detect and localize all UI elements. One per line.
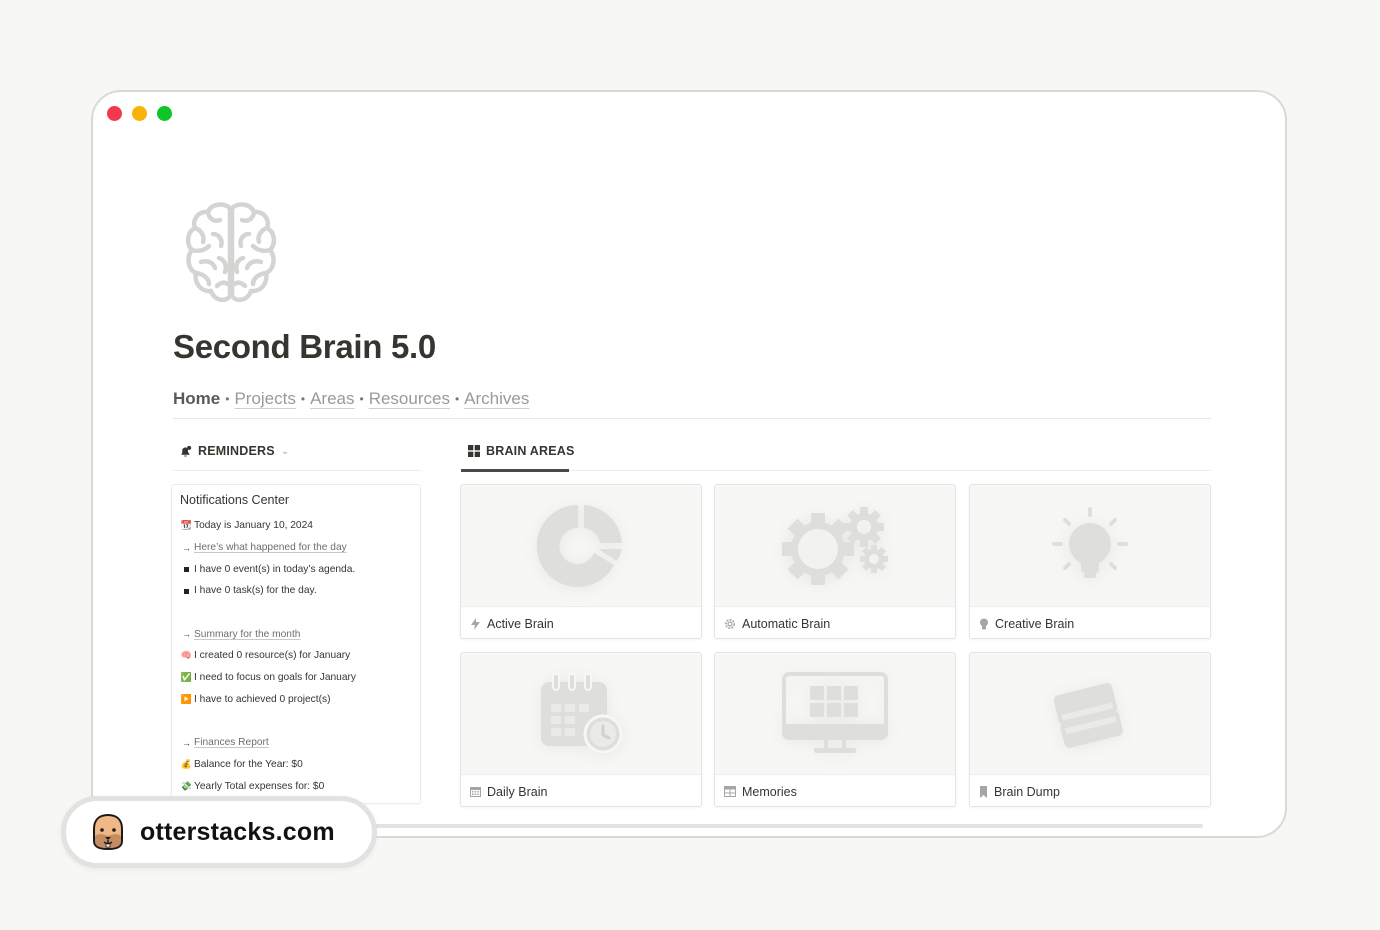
list-item-text: Yearly Total expenses for: $0	[194, 780, 325, 792]
list-item-text: I have to achieved 0 project(s)	[194, 693, 331, 705]
books-cover	[970, 653, 1210, 775]
gear-icon	[725, 618, 735, 629]
list-item: 💸 Yearly Total expenses for: $0	[180, 775, 412, 797]
card-title: Creative Brain	[995, 616, 1075, 631]
list-item: I have 0 task(s) for the day.	[180, 580, 412, 602]
card-title: Brain Dump	[994, 784, 1060, 799]
card-title: Automatic Brain	[742, 616, 831, 631]
breadcrumb: Home • Projects • Areas • Resources • Ar…	[173, 389, 529, 409]
zoom-window-button[interactable]	[157, 106, 172, 121]
active-tab-indicator	[461, 469, 569, 472]
window-controls	[107, 106, 172, 121]
minimize-window-button[interactable]	[132, 106, 147, 121]
calendar-clock-cover	[461, 653, 701, 775]
list-item[interactable]: → Here’s what happened for the day	[180, 537, 412, 559]
reminders-heading: REMINDERS	[198, 444, 275, 458]
play-icon: ▶️	[180, 693, 193, 704]
square-bullet-icon	[180, 586, 193, 596]
brain-emoji-icon: 🧠	[180, 650, 193, 661]
finances-report-link[interactable]: Finances Report	[194, 737, 269, 748]
card-daily-brain[interactable]: Daily Brain	[460, 652, 702, 807]
card-title: Memories	[742, 784, 797, 799]
gallery-icon	[468, 445, 480, 457]
list-item: ▶️ I have to achieved 0 project(s)	[180, 689, 412, 711]
page-title: Second Brain 5.0	[173, 328, 436, 365]
breadcrumb-archives[interactable]: Archives	[464, 389, 529, 409]
breadcrumb-separator: •	[454, 392, 460, 406]
card-active-brain[interactable]: Active Brain	[460, 484, 702, 639]
bookmark-icon	[980, 785, 987, 798]
card-title: Active Brain	[487, 616, 554, 631]
gears-cover	[715, 485, 955, 607]
arrow-icon: →	[182, 629, 191, 640]
card-automatic-brain[interactable]: Automatic Brain	[714, 484, 956, 639]
divider	[173, 470, 421, 471]
list-item-text: I need to focus on goals for January	[194, 672, 356, 684]
money-wings-icon: 💸	[180, 780, 193, 791]
brain-areas-heading: BRAIN AREAS	[486, 444, 575, 458]
list-item: 💰 Balance for the Year: $0	[180, 754, 412, 776]
arrow-icon: →	[182, 542, 191, 553]
daily-summary-link[interactable]: Here’s what happened for the day	[194, 542, 347, 553]
check-icon: ✅	[180, 672, 193, 683]
watermark-site: otterstacks.com	[140, 817, 335, 846]
breadcrumb-separator: •	[300, 392, 306, 406]
square-bullet-icon	[180, 564, 193, 574]
notifications-title: Notifications Center	[180, 493, 290, 507]
breadcrumb-projects[interactable]: Projects	[234, 389, 295, 409]
app-window: Second Brain 5.0 Home • Projects • Areas…	[91, 90, 1287, 838]
brain-areas-tab[interactable]: BRAIN AREAS	[468, 444, 575, 458]
list-item[interactable]: → Finances Report	[180, 732, 412, 754]
list-item-text: Today is January 10, 2024	[194, 520, 313, 532]
horizontal-scrollbar[interactable]	[343, 824, 1203, 828]
card-memories[interactable]: Memories	[714, 652, 956, 807]
list-item: 🧠 I created 0 resource(s) for January	[180, 645, 412, 667]
breadcrumb-resources[interactable]: Resources	[369, 389, 450, 409]
card-creative-brain[interactable]: Creative Brain	[969, 484, 1211, 639]
table-icon	[724, 786, 736, 797]
watermark-badge: otterstacks.com	[61, 796, 377, 868]
breadcrumb-home[interactable]: Home	[173, 389, 220, 409]
divider	[461, 470, 1211, 471]
lightbulb-cover	[970, 485, 1210, 607]
brain-icon[interactable]	[183, 200, 279, 308]
card-title: Daily Brain	[487, 784, 548, 799]
breadcrumb-areas[interactable]: Areas	[310, 389, 354, 409]
list-item-text: Balance for the Year: $0	[194, 758, 303, 770]
calendar-icon: 📆	[180, 520, 193, 531]
list-item[interactable]: → Summary for the month	[180, 623, 412, 645]
list-item: 📆 Today is January 10, 2024	[180, 515, 412, 537]
lightbulb-icon	[980, 618, 988, 629]
otter-face-icon	[93, 813, 123, 851]
reminders-tab[interactable]: REMINDERS ⌄	[179, 444, 289, 458]
pie-chart-cover	[461, 485, 701, 607]
list-item-text: I have 0 event(s) in today’s agenda.	[194, 563, 356, 575]
arrow-icon: →	[182, 737, 191, 748]
list-item-text: I created 0 resource(s) for January	[194, 650, 351, 662]
divider	[173, 418, 1211, 419]
notifications-panel: Notifications Center 📆 Today is January 1…	[171, 484, 421, 804]
monthly-summary-link[interactable]: Summary for the month	[194, 629, 300, 640]
list-item-text: I have 0 task(s) for the day.	[194, 585, 317, 597]
monitor-cover	[715, 653, 955, 775]
bell-icon	[181, 445, 192, 456]
card-brain-dump[interactable]: Brain Dump	[969, 652, 1211, 807]
breadcrumb-separator: •	[225, 392, 230, 406]
lightning-icon	[471, 617, 480, 630]
list-item: ✅ I need to focus on goals for January	[180, 667, 412, 689]
chevron-down-icon[interactable]: ⌄	[281, 446, 290, 457]
list-item: I have 0 event(s) in today’s agenda.	[180, 558, 412, 580]
breadcrumb-separator: •	[359, 392, 364, 406]
money-bag-icon: 💰	[180, 758, 193, 769]
close-window-button[interactable]	[107, 106, 122, 121]
calendar-icon	[470, 787, 481, 797]
